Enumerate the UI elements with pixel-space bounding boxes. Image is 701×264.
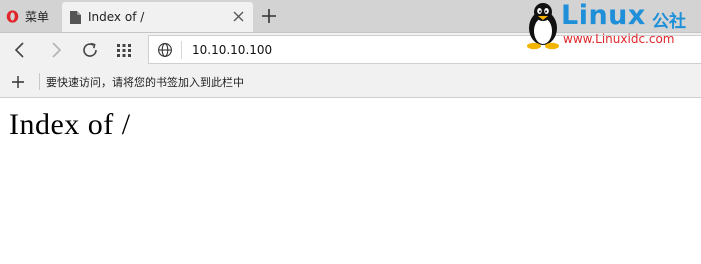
url-text[interactable]: 10.10.10.100 [192, 43, 272, 57]
forward-arrow-icon [52, 42, 62, 58]
add-bookmark-button[interactable] [11, 75, 25, 89]
bookmarks-hint: 要快速访问，请将您的书签加入到此栏中 [46, 75, 244, 89]
plus-icon [12, 75, 24, 88]
plus-icon [262, 9, 276, 23]
reload-icon [83, 42, 97, 57]
page-title: Index of / [9, 108, 131, 141]
opera-menu-button[interactable]: 菜单 [0, 2, 60, 30]
tux-penguin-icon [527, 3, 559, 50]
back-button[interactable] [10, 40, 30, 60]
document-icon [70, 10, 81, 24]
watermark-site: www.Linuxidc.com [563, 32, 675, 46]
watermark-brand-cn: 公社 [652, 12, 686, 32]
bookmarks-bar: 要快速访问，请将您的书签加入到此栏中 [0, 66, 701, 98]
forward-button[interactable] [46, 40, 66, 60]
watermark-brand: Linux [561, 0, 646, 31]
bookmarks-divider [39, 73, 40, 90]
tab-title: Index of / [88, 10, 145, 24]
close-icon [233, 11, 244, 22]
speed-dial-button[interactable] [114, 40, 134, 60]
reload-button[interactable] [80, 40, 100, 60]
opera-logo-icon [6, 9, 19, 23]
globe-icon [158, 42, 172, 57]
page-content: Index of / [0, 98, 701, 264]
address-divider [181, 40, 182, 59]
speed-dial-grid-icon [117, 44, 131, 57]
tab-index-of[interactable]: Index of / [62, 2, 253, 32]
close-tab-button[interactable] [232, 10, 245, 23]
watermark-logo: Linux 公社 www.Linuxidc.com [523, 0, 701, 50]
back-arrow-icon [14, 42, 24, 58]
new-tab-button[interactable] [260, 7, 278, 25]
menu-label: 菜单 [25, 9, 50, 24]
